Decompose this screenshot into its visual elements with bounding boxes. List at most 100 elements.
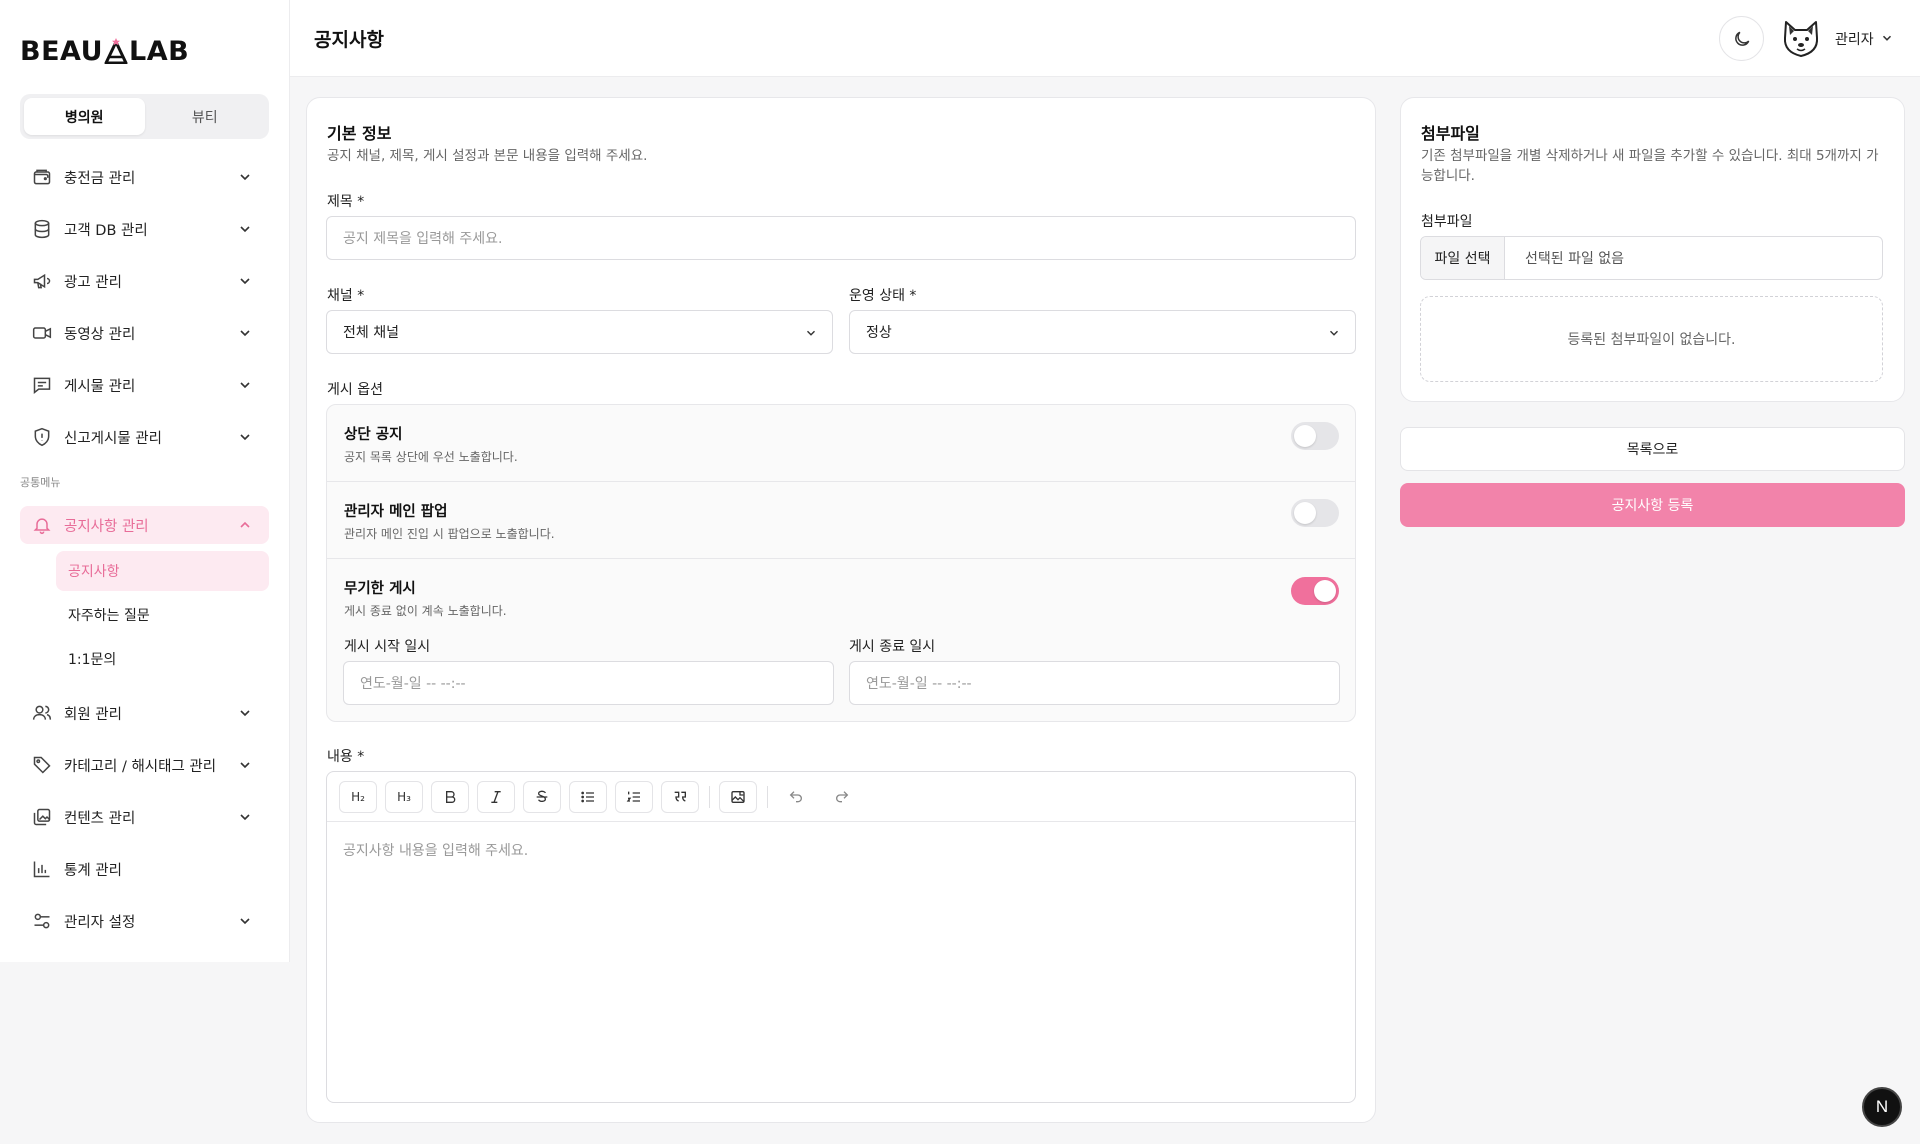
file-input: 파일 선택 선택된 파일 없음 (1420, 236, 1883, 280)
sidebar-item-customer-db[interactable]: 고객 DB 관리 (20, 210, 269, 248)
chevron-up-icon (240, 521, 250, 528)
choose-file-button[interactable]: 파일 선택 (1421, 237, 1505, 279)
sidebar-item-label: 동영상 관리 (64, 326, 136, 343)
subject-input[interactable]: 공지 제목을 입력해 주세요. (326, 216, 1356, 260)
chevron-down-icon (240, 330, 250, 337)
option-row-pinned: 상단 공지 공지 목록 상단에 우선 노출합니다. (327, 405, 1355, 482)
bold-icon (446, 791, 456, 803)
settings-sliders-icon (32, 911, 52, 931)
sidebar-item-ads[interactable]: 광고 관리 (20, 262, 269, 300)
status-select[interactable]: 정상 (849, 310, 1356, 354)
megaphone-icon (32, 271, 52, 291)
sidebar-item-label: 컨텐츠 관리 (64, 810, 136, 827)
sidebar-item-video[interactable]: 동영상 관리 (20, 314, 269, 352)
ordered-list-button[interactable] (615, 781, 653, 813)
chevron-down-icon (240, 710, 250, 717)
sidebar-subitem-notice[interactable]: 공지사항 (56, 551, 269, 591)
popup-toggle[interactable] (1291, 499, 1339, 527)
option-title: 무기한 게시 (344, 581, 416, 597)
editor-toolbar: H₂ H₃ (327, 772, 1355, 822)
redo-button[interactable] (823, 781, 861, 813)
quote-button[interactable] (661, 781, 699, 813)
start-datetime-label: 게시 시작 일시 (344, 639, 431, 655)
segment-switch: 병의원 뷰티 (20, 94, 269, 139)
shield-alert-icon (32, 427, 52, 447)
bullet-list-button[interactable] (569, 781, 607, 813)
sidebar-item-charge[interactable]: 충전금 관리 (20, 158, 269, 196)
sidebar-item-notice-management[interactable]: 공지사항 관리 (20, 506, 269, 544)
image-icon (731, 791, 745, 803)
bold-button[interactable] (431, 781, 469, 813)
option-title: 관리자 메인 팝업 (344, 504, 448, 520)
brand-logo[interactable]: BEAU LAB (20, 34, 189, 68)
undo-icon (789, 791, 802, 803)
sidebar-item-label: 충전금 관리 (64, 170, 136, 187)
chevron-down-icon[interactable] (1880, 31, 1894, 45)
wallet-icon (32, 167, 52, 187)
sidebar-subitem-faq[interactable]: 자주하는 질문 (56, 595, 269, 635)
bell-icon (32, 515, 52, 535)
chevron-down-icon (1330, 330, 1338, 336)
sidebar-item-posts[interactable]: 게시물 관리 (20, 366, 269, 404)
segment-beauty[interactable]: 뷰티 (145, 98, 266, 135)
sidebar-item-contents[interactable]: 컨텐츠 관리 (20, 798, 269, 836)
pinned-toggle[interactable] (1291, 422, 1339, 450)
chevron-down-icon (240, 918, 250, 925)
editor-placeholder[interactable]: 공지사항 내용을 입력해 주세요. (343, 840, 528, 860)
start-datetime-input[interactable]: 연도-월-일 -- --:-- (343, 661, 834, 705)
submit-notice-button[interactable]: 공지사항 등록 (1400, 483, 1905, 527)
avatar[interactable] (1780, 18, 1822, 60)
logo-a-mark (104, 38, 128, 64)
chevron-down-icon (240, 226, 250, 233)
channel-select[interactable]: 전체 채널 (326, 310, 833, 354)
channel-label: 채널 * (327, 288, 365, 304)
attachment-title: 첨부파일 (1421, 124, 1480, 143)
undo-button[interactable] (777, 781, 815, 813)
chevron-down-icon (240, 434, 250, 441)
insert-image-button[interactable] (719, 781, 757, 813)
sidebar-item-label: 관리자 설정 (64, 914, 136, 931)
tag-icon (32, 755, 52, 775)
video-icon (32, 323, 52, 343)
sidebar-item-reported-posts[interactable]: 신고게시물 관리 (20, 418, 269, 456)
users-icon (32, 703, 52, 723)
sidebar-item-members[interactable]: 회원 관리 (20, 694, 269, 732)
chevron-down-icon (807, 330, 815, 336)
basic-info-desc: 공지 채널, 제목, 게시 설정과 본문 내용을 입력해 주세요. (327, 148, 648, 164)
bullet-list-icon (581, 791, 594, 803)
status-label: 운영 상태 * (849, 288, 917, 304)
heading3-button[interactable]: H₃ (385, 781, 423, 813)
end-datetime-input[interactable]: 연도-월-일 -- --:-- (849, 661, 1340, 705)
sidebar-item-label: 회원 관리 (64, 706, 122, 723)
chevron-down-icon (240, 278, 250, 285)
option-desc: 관리자 메인 진입 시 팝업으로 노출합니다. (344, 527, 555, 541)
logo-text-right: LAB (129, 35, 190, 67)
segment-clinic[interactable]: 병의원 (24, 98, 145, 135)
images-icon (32, 807, 52, 827)
option-desc: 게시 종료 없이 계속 노출합니다. (344, 604, 507, 618)
sidebar-item-label: 고객 DB 관리 (64, 222, 148, 239)
sidebar-subitem-inquiry[interactable]: 1:1문의 (56, 639, 269, 679)
sidebar-item-statistics[interactable]: 통계 관리 (20, 850, 269, 888)
sidebar-item-label: 공지사항 관리 (64, 518, 149, 535)
italic-button[interactable] (477, 781, 515, 813)
option-title: 상단 공지 (344, 427, 403, 443)
user-name[interactable]: 관리자 (1835, 29, 1874, 49)
attachment-desc: 기존 첨부파일을 개별 삭제하거나 새 파일을 추가할 수 있습니다. 최대 5… (1421, 148, 1879, 184)
status-select-value: 정상 (866, 325, 892, 341)
quote-icon (674, 791, 686, 802)
theme-toggle-button[interactable] (1719, 16, 1764, 61)
sidebar-item-label: 카테고리 / 해시태그 관리 (64, 758, 217, 775)
bar-chart-icon (32, 859, 52, 879)
unlimited-toggle[interactable] (1291, 577, 1339, 605)
heading2-button[interactable]: H₂ (339, 781, 377, 813)
end-datetime-label: 게시 종료 일시 (849, 639, 936, 655)
dev-indicator-badge[interactable]: N (1862, 1087, 1902, 1127)
back-to-list-button[interactable]: 목록으로 (1400, 427, 1905, 471)
attachment-empty-state: 등록된 첨부파일이 없습니다. (1420, 296, 1883, 382)
options-label: 게시 옵션 (327, 382, 383, 398)
sidebar-item-category-hashtag[interactable]: 카테고리 / 해시태그 관리 (20, 746, 269, 784)
sidebar-item-admin-settings[interactable]: 관리자 설정 (20, 902, 269, 940)
strikethrough-button[interactable] (523, 781, 561, 813)
moon-icon (1734, 31, 1749, 46)
